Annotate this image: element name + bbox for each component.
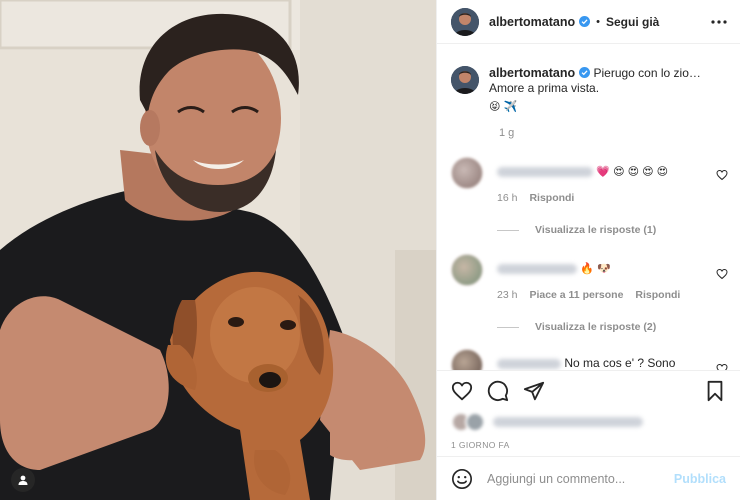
comment-meta: 16 h Rispondi bbox=[497, 190, 707, 206]
comment-icon[interactable] bbox=[487, 380, 509, 402]
author-avatar[interactable] bbox=[451, 7, 479, 36]
reply-button[interactable]: Rispondi bbox=[529, 190, 574, 206]
post-details-panel: albertomatano • Segui già albertomatano … bbox=[436, 0, 740, 500]
caption-line-2: Amore a prima vista. bbox=[489, 81, 600, 95]
comment-like-heart-icon[interactable] bbox=[716, 169, 728, 181]
verified-badge-icon bbox=[579, 67, 591, 78]
comment-likes-count[interactable]: Piace a 11 persone bbox=[529, 287, 623, 303]
more-horizontal-icon[interactable] bbox=[710, 13, 728, 31]
commenter-avatar[interactable] bbox=[451, 254, 483, 286]
blurred-username bbox=[497, 166, 593, 177]
publish-button[interactable]: Pubblica bbox=[674, 472, 726, 486]
comment-item: No ma cos e' ? Sono bbox=[451, 349, 728, 370]
replies-divider bbox=[497, 326, 519, 328]
comment-body: 💗 😍 😍 😍 😍 16 h Rispondi bbox=[497, 157, 707, 206]
man-holding-dachshund-image bbox=[0, 0, 436, 500]
blurred-username bbox=[497, 358, 561, 369]
view-replies-label: Visualizza le risposte (2) bbox=[535, 321, 657, 333]
post-actions-bar bbox=[437, 370, 740, 410]
comment-text: No ma cos e' ? Sono bbox=[564, 356, 676, 370]
replies-divider bbox=[497, 229, 519, 231]
comment-item: 🔥 🐶 23 h Piace a 11 persone Rispondi bbox=[451, 254, 728, 303]
heart-icon[interactable] bbox=[451, 380, 473, 402]
blurred-username bbox=[497, 263, 577, 274]
blurred-likes-text bbox=[493, 417, 643, 427]
caption-username[interactable]: albertomatano bbox=[489, 66, 575, 80]
bookmark-icon[interactable] bbox=[704, 380, 726, 402]
following-button[interactable]: Segui già bbox=[606, 15, 659, 29]
caption-emojis: 😝 ✈️ bbox=[489, 101, 518, 113]
verified-badge-icon bbox=[579, 16, 591, 27]
likes-summary[interactable] bbox=[437, 410, 740, 434]
comments-list[interactable]: albertomatano Pierugo con lo zio… Amore … bbox=[437, 44, 740, 370]
caption-line-1: Pierugo con lo zio… bbox=[593, 66, 701, 80]
comment-meta: 23 h Piace a 11 persone Rispondi bbox=[497, 287, 707, 303]
comment-body: No ma cos e' ? Sono bbox=[497, 349, 707, 370]
header-separator: • bbox=[596, 15, 600, 28]
comment-text: 🔥 🐶 bbox=[580, 263, 611, 275]
reply-button[interactable]: Rispondi bbox=[635, 287, 680, 303]
user-tag-icon[interactable] bbox=[11, 468, 35, 492]
caption-text-block: albertomatano Pierugo con lo zio… Amore … bbox=[489, 66, 701, 115]
add-comment-input[interactable] bbox=[487, 471, 674, 486]
post-caption: albertomatano Pierugo con lo zio… Amore … bbox=[451, 44, 728, 115]
comment-time: 23 h bbox=[497, 289, 518, 301]
emoji-icon[interactable] bbox=[451, 468, 473, 490]
comment-body: 🔥 🐶 23 h Piace a 11 persone Rispondi bbox=[497, 254, 707, 303]
comment-text: 💗 😍 😍 😍 😍 bbox=[596, 166, 669, 178]
caption-author-avatar[interactable] bbox=[451, 66, 479, 94]
instagram-post: albertomatano • Segui già albertomatano … bbox=[0, 0, 740, 500]
liker-avatar bbox=[465, 412, 485, 432]
post-photo[interactable] bbox=[0, 0, 436, 500]
author-username[interactable]: albertomatano bbox=[489, 15, 575, 29]
post-header: albertomatano • Segui già bbox=[437, 0, 740, 44]
commenter-avatar[interactable] bbox=[451, 157, 483, 189]
view-replies-button[interactable]: Visualizza le risposte (1) bbox=[497, 224, 728, 236]
post-date: 1 GIORNO FA bbox=[451, 440, 510, 450]
send-icon[interactable] bbox=[523, 380, 545, 402]
view-replies-button[interactable]: Visualizza le risposte (2) bbox=[497, 321, 728, 333]
view-replies-label: Visualizza le risposte (1) bbox=[535, 224, 657, 236]
comment-item: 💗 😍 😍 😍 😍 16 h Rispondi bbox=[451, 157, 728, 206]
add-comment-bar: Pubblica bbox=[437, 456, 740, 500]
commenter-avatar[interactable] bbox=[451, 349, 483, 370]
caption-timestamp: 1 g bbox=[499, 127, 515, 139]
comment-like-heart-icon[interactable] bbox=[716, 268, 728, 280]
comment-time: 16 h bbox=[497, 192, 518, 204]
comment-like-heart-icon[interactable] bbox=[716, 363, 728, 370]
